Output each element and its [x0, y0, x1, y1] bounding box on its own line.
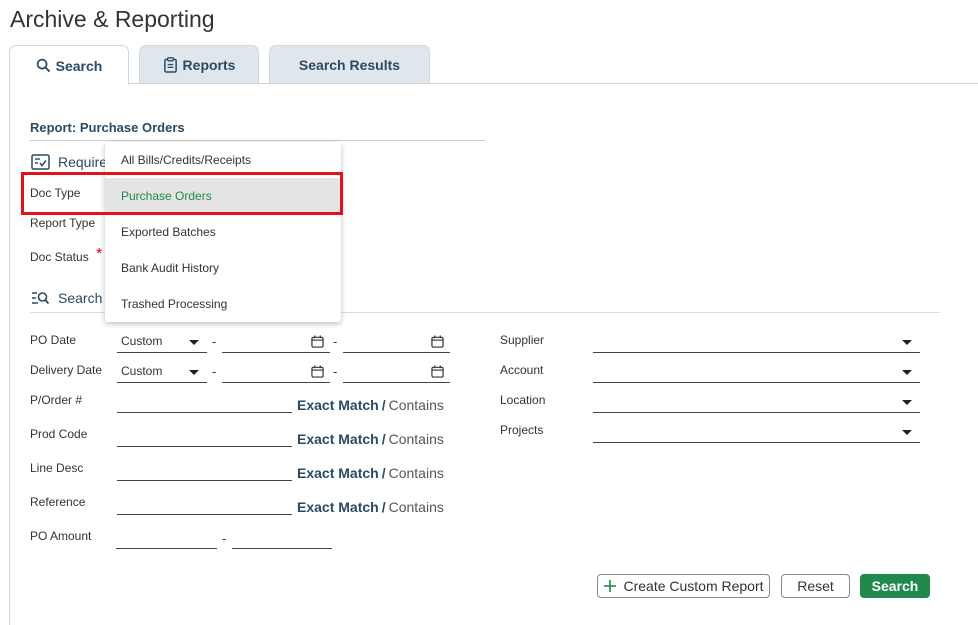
checklist-icon: [31, 154, 50, 170]
required-section-label: Require: [58, 154, 108, 170]
create-custom-report-label: Create Custom Report: [623, 578, 764, 594]
search-section-header: Search: [31, 290, 102, 306]
calendar-icon[interactable]: [311, 335, 324, 348]
match-separator: /: [381, 499, 386, 515]
doc-type-dropdown-menu: All Bills/Credits/Receipts Purchase Orde…: [105, 142, 341, 322]
po-date-to-input[interactable]: [343, 333, 450, 353]
range-separator: -: [222, 531, 227, 546]
prod-code-match-toggle: Exact Match / Contains: [297, 431, 444, 447]
calendar-icon[interactable]: [431, 365, 444, 378]
search-icon: [36, 58, 50, 73]
search-list-icon: [32, 292, 50, 305]
po-amount-min-input[interactable]: [116, 529, 217, 549]
panel-border: [9, 84, 10, 625]
line-desc-label: Line Desc: [30, 461, 84, 475]
contains-option[interactable]: Contains: [389, 431, 444, 447]
contains-option[interactable]: Contains: [389, 397, 444, 413]
search-section-label: Search: [58, 290, 103, 306]
po-date-mode-select[interactable]: Custom: [117, 334, 207, 353]
exact-match-option[interactable]: Exact Match: [297, 465, 379, 481]
delivery-date-to-input[interactable]: [343, 363, 450, 383]
search-button[interactable]: Search: [860, 574, 930, 598]
report-type-label: Report Type: [30, 216, 96, 230]
chevron-down-icon: [189, 340, 199, 345]
required-marker: *: [96, 246, 103, 263]
contains-option[interactable]: Contains: [389, 465, 444, 481]
report-title: Report: Purchase Orders: [30, 120, 185, 135]
chevron-down-icon: [902, 430, 912, 435]
reference-match-toggle: Exact Match / Contains: [297, 499, 444, 515]
tab-search-label: Search: [55, 57, 103, 74]
projects-label: Projects: [500, 423, 544, 437]
delivery-date-mode-value: Custom: [121, 364, 163, 378]
chevron-down-icon: [902, 400, 912, 405]
po-date-mode-value: Custom: [121, 334, 163, 348]
required-section-header: Require: [31, 154, 107, 170]
po-date-label: PO Date: [30, 333, 77, 347]
location-select[interactable]: [593, 394, 920, 413]
calendar-icon[interactable]: [311, 365, 324, 378]
range-separator: -: [333, 364, 338, 379]
chevron-down-icon: [189, 370, 199, 375]
porder-input[interactable]: [117, 393, 292, 413]
delivery-date-from-input[interactable]: [222, 363, 330, 383]
po-date-from-input[interactable]: [222, 333, 330, 353]
supplier-select[interactable]: [593, 334, 920, 353]
tab-search-results-label: Search Results: [298, 56, 401, 73]
po-amount-label: PO Amount: [30, 529, 92, 543]
po-amount-max-input[interactable]: [232, 529, 332, 549]
reference-input[interactable]: [117, 495, 292, 515]
range-separator: -: [333, 334, 338, 349]
match-separator: /: [381, 465, 386, 481]
location-label: Location: [500, 393, 546, 407]
prod-code-label: Prod Code: [30, 427, 88, 441]
doc-status-label: Doc Status: [30, 250, 89, 264]
reset-button[interactable]: Reset: [781, 574, 850, 598]
delivery-date-label: Delivery Date: [30, 363, 103, 377]
calendar-icon[interactable]: [431, 335, 444, 348]
chevron-down-icon: [902, 370, 912, 375]
prod-code-input[interactable]: [117, 427, 292, 447]
search-label: Search: [871, 578, 919, 594]
highlight-box: [21, 172, 343, 215]
tab-search-results[interactable]: Search Results: [269, 45, 430, 83]
tab-reports[interactable]: Reports: [139, 45, 259, 83]
report-divider: [30, 140, 485, 141]
exact-match-option[interactable]: Exact Match: [297, 499, 379, 515]
contains-option[interactable]: Contains: [389, 499, 444, 515]
dropdown-option[interactable]: Bank Audit History: [105, 250, 341, 286]
tab-reports-label: Reports: [182, 56, 236, 73]
reference-label: Reference: [30, 495, 86, 509]
range-separator: -: [212, 364, 217, 379]
plus-icon: [604, 580, 617, 592]
account-select[interactable]: [593, 364, 920, 383]
tab-divider: [129, 83, 978, 84]
supplier-label: Supplier: [500, 333, 545, 347]
porder-label: P/Order #: [30, 393, 83, 407]
projects-select[interactable]: [593, 424, 920, 443]
match-separator: /: [381, 397, 386, 413]
line-desc-match-toggle: Exact Match / Contains: [297, 465, 444, 481]
tab-search[interactable]: Search: [9, 45, 129, 85]
chevron-down-icon: [902, 340, 912, 345]
exact-match-option[interactable]: Exact Match: [297, 397, 379, 413]
line-desc-input[interactable]: [117, 461, 292, 481]
create-custom-report-button[interactable]: Create Custom Report: [597, 574, 770, 598]
reset-label: Reset: [797, 578, 834, 594]
delivery-date-mode-select[interactable]: Custom: [117, 364, 207, 383]
page-title: Archive & Reporting: [10, 6, 215, 32]
dropdown-option[interactable]: Trashed Processing: [105, 286, 341, 322]
match-separator: /: [381, 431, 386, 447]
range-separator: -: [212, 334, 217, 349]
clipboard-icon: [163, 56, 177, 73]
porder-match-toggle: Exact Match / Contains: [297, 397, 444, 413]
dropdown-option[interactable]: Exported Batches: [105, 214, 341, 250]
account-label: Account: [500, 363, 544, 377]
exact-match-option[interactable]: Exact Match: [297, 431, 379, 447]
